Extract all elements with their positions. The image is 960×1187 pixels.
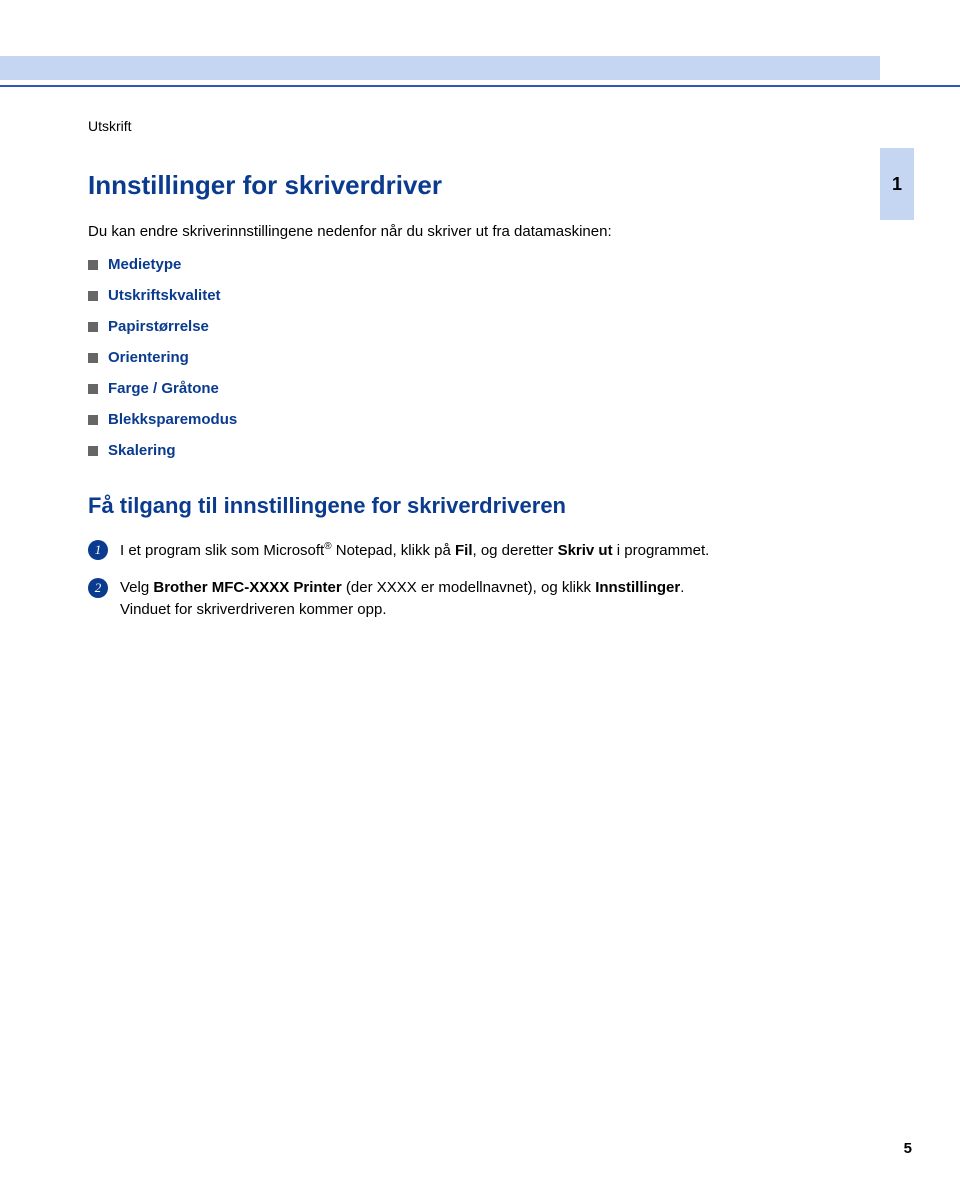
header-bar [0,56,880,80]
square-bullet-icon [88,260,98,270]
step-text: Velg Brother MFC-XXXX Printer (der XXXX … [120,577,848,622]
list-item-label: Utskriftskvalitet [108,287,221,304]
step-number-badge: 1 [88,540,108,560]
list-item-label: Skalering [108,442,176,459]
square-bullet-icon [88,291,98,301]
list-item: Farge / Gråtone [88,380,848,397]
list-item: Medietype [88,256,848,273]
bullet-list: Medietype Utskriftskvalitet Papirstørrel… [88,256,848,459]
list-item-label: Orientering [108,349,189,366]
list-item: Utskriftskvalitet [88,287,848,304]
list-item-label: Papirstørrelse [108,318,209,335]
section-label: Utskrift [88,118,848,134]
step-item: 1 I et program slik som Microsoft® Notep… [88,539,848,563]
list-item: Skalering [88,442,848,459]
heading-1: Innstillinger for skriverdriver [88,170,848,201]
header-rule [0,85,960,87]
square-bullet-icon [88,446,98,456]
list-item: Papirstørrelse [88,318,848,335]
heading-2: Få tilgang til innstillingene for skrive… [88,493,848,519]
square-bullet-icon [88,353,98,363]
intro-text: Du kan endre skriverinnstillingene neden… [88,223,848,240]
square-bullet-icon [88,384,98,394]
square-bullet-icon [88,322,98,332]
page-number: 5 [904,1140,912,1157]
step-number-badge: 2 [88,578,108,598]
square-bullet-icon [88,415,98,425]
list-item: Orientering [88,349,848,366]
step-item: 2 Velg Brother MFC-XXXX Printer (der XXX… [88,577,848,622]
page-content: Utskrift Innstillinger for skriverdriver… [88,118,848,636]
chapter-tab: 1 [880,148,914,220]
list-item-label: Blekksparemodus [108,411,237,428]
step-list: 1 I et program slik som Microsoft® Notep… [88,539,848,622]
list-item: Blekksparemodus [88,411,848,428]
list-item-label: Medietype [108,256,181,273]
step-text: I et program slik som Microsoft® Notepad… [120,539,848,563]
list-item-label: Farge / Gråtone [108,380,219,397]
